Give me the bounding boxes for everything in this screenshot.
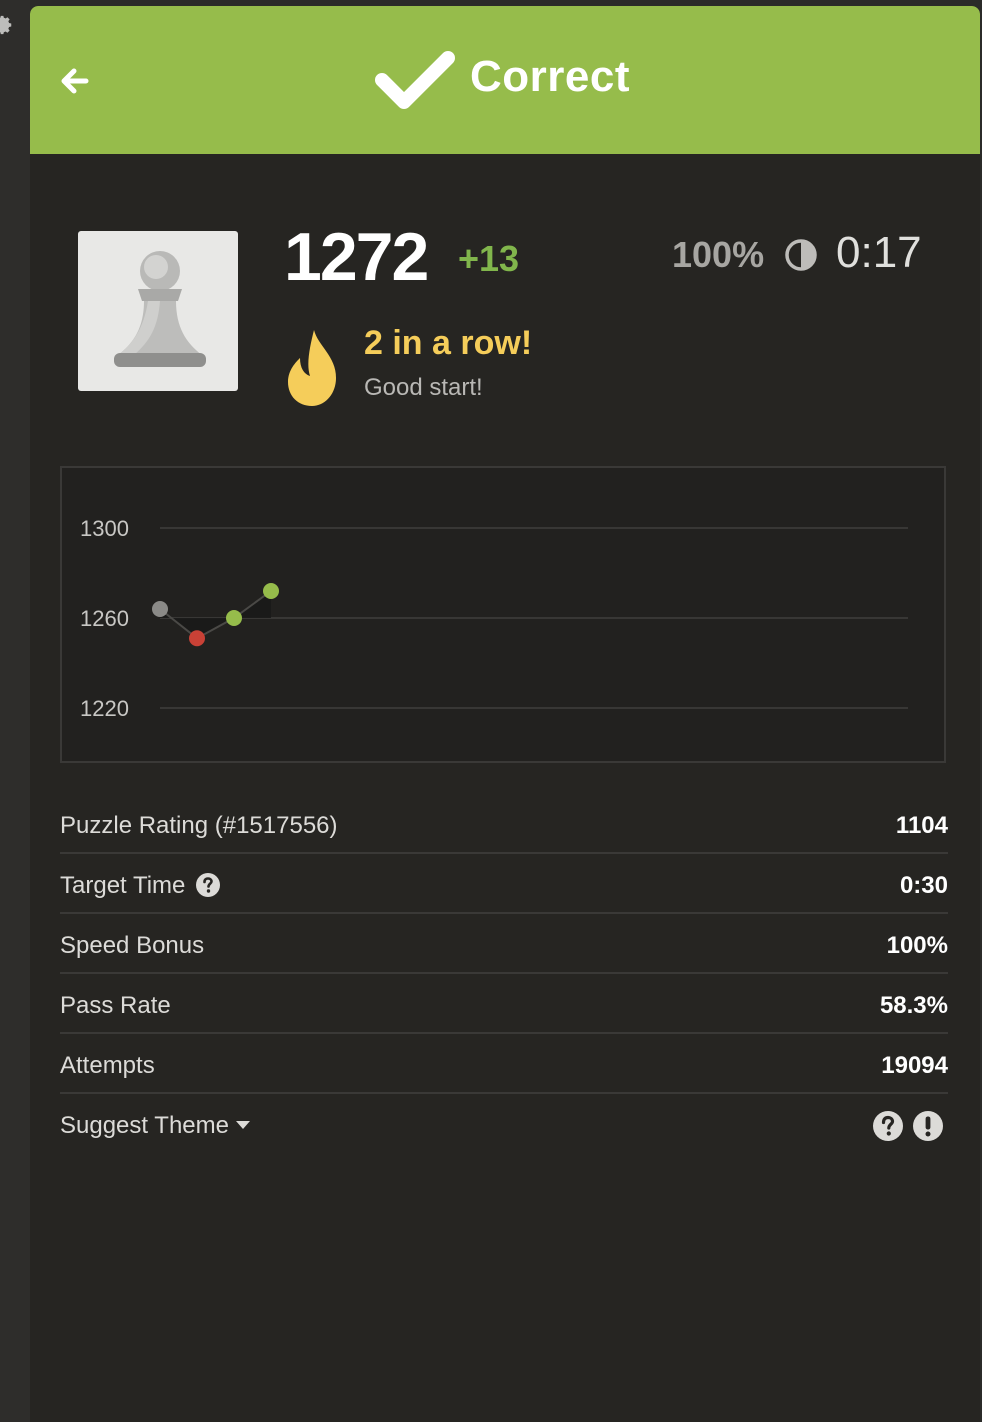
stat-value: 100%: [886, 932, 948, 959]
puzzle-result-panel: Correct 1272 +13 100% 0:17 2 in a row! G…: [30, 6, 980, 1422]
player-rating: 1272: [284, 219, 429, 295]
suggest-theme-row: Suggest Theme: [60, 1094, 948, 1154]
accuracy-percent: 100%: [672, 234, 765, 275]
rating-delta: +13: [458, 238, 520, 279]
stat-value: 0:30: [899, 872, 948, 899]
stat-label: Attempts: [60, 1052, 155, 1079]
stat-value: 58.3%: [879, 992, 948, 1019]
chevron-down-icon: [236, 1121, 250, 1129]
gear-icon[interactable]: [0, 14, 14, 36]
stat-label: Pass Rate: [60, 992, 171, 1019]
rating-chart: 1300 1260 1220: [60, 466, 946, 763]
elapsed-time: 0:17: [836, 228, 922, 277]
streak-title: 2 in a row!: [364, 324, 533, 362]
fire-icon: [288, 330, 336, 406]
row-action-icons: [872, 1110, 948, 1142]
stat-row-puzzle-rating: Puzzle Rating (#1517556) 1104: [60, 794, 948, 854]
left-sidebar-strip: [0, 0, 30, 1422]
stat-label-wrap: Target Time: [60, 872, 221, 900]
rating-chart-svg: 1300 1260 1220: [80, 516, 908, 721]
half-circle-icon: [785, 239, 817, 271]
stat-label: Puzzle Rating (#1517556): [60, 812, 338, 839]
stat-label: Speed Bonus: [60, 932, 205, 959]
exclamation-circle-icon[interactable]: [912, 1110, 944, 1142]
stat-value: 1104: [895, 812, 948, 839]
streak-subtitle: Good start!: [364, 374, 483, 401]
y-tick-label: 1220: [80, 696, 129, 721]
stat-row-attempts: Attempts 19094: [60, 1034, 948, 1094]
chart-point[interactable]: [152, 601, 168, 617]
result-status-label: Correct: [470, 52, 630, 101]
stat-row-pass-rate: Pass Rate 58.3%: [60, 974, 948, 1034]
result-header: Correct: [30, 6, 980, 154]
chart-area: [160, 591, 271, 639]
arrow-left-icon[interactable]: [56, 62, 94, 100]
suggest-theme-label: Suggest Theme: [60, 1112, 229, 1139]
question-circle-icon[interactable]: [872, 1110, 904, 1142]
stat-row-speed-bonus: Speed Bonus 100%: [60, 914, 948, 974]
chart-point[interactable]: [189, 630, 205, 647]
pawn-icon: [114, 251, 206, 367]
y-tick-label: 1260: [80, 606, 129, 631]
puzzle-stats: Puzzle Rating (#1517556) 1104 Target Tim…: [60, 794, 948, 1154]
question-circle-icon[interactable]: [195, 872, 221, 898]
checkmark-icon: [375, 51, 455, 109]
chart-point[interactable]: [263, 583, 279, 599]
avatar: [78, 231, 238, 391]
stat-row-target-time: Target Time 0:30: [60, 854, 948, 914]
stat-label: Target Time: [60, 872, 186, 899]
chart-point[interactable]: [226, 610, 242, 626]
y-tick-label: 1300: [80, 516, 129, 541]
suggest-theme-dropdown[interactable]: Suggest Theme: [60, 1112, 251, 1140]
stat-value: 19094: [881, 1052, 948, 1079]
